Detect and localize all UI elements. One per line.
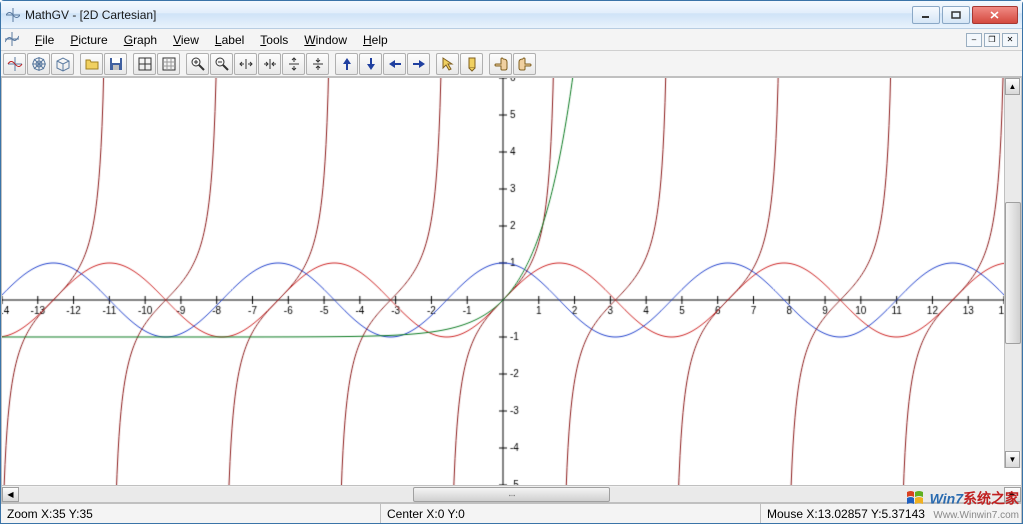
minimize-button[interactable] xyxy=(912,6,940,24)
doc-icon xyxy=(5,32,21,48)
marker-icon[interactable] xyxy=(460,53,483,75)
vscroll-thumb[interactable] xyxy=(1005,202,1021,344)
titlebar[interactable]: MathGV - [2D Cartesian] xyxy=(1,1,1022,29)
horizontal-scrollbar[interactable]: ◀ ▶ xyxy=(2,485,1021,502)
pan-left-icon[interactable] xyxy=(383,53,406,75)
save-icon[interactable] xyxy=(104,53,127,75)
cursor-info-icon[interactable] xyxy=(436,53,459,75)
menu-window[interactable]: Window xyxy=(296,31,355,49)
mdi-close-button[interactable]: ✕ xyxy=(1002,33,1018,47)
menu-graph[interactable]: Graph xyxy=(116,31,165,49)
mdi-restore-button[interactable]: ❐ xyxy=(984,33,1000,47)
close-button[interactable] xyxy=(972,6,1018,24)
plot-area[interactable]: ▲ ▼ xyxy=(2,78,1021,485)
3d-icon[interactable] xyxy=(51,53,74,75)
menu-picture[interactable]: Picture xyxy=(62,31,115,49)
hscroll-thumb[interactable] xyxy=(413,487,610,502)
scroll-down-icon[interactable]: ▼ xyxy=(1005,451,1020,468)
grid-major-icon[interactable] xyxy=(133,53,156,75)
mdi-minimize-button[interactable]: ‒ xyxy=(966,33,982,47)
plot-canvas[interactable] xyxy=(2,78,1004,485)
menu-tools[interactable]: Tools xyxy=(252,31,296,49)
menu-view[interactable]: View xyxy=(165,31,207,49)
polar-icon[interactable] xyxy=(27,53,50,75)
new-2d-icon[interactable] xyxy=(3,53,26,75)
zoom-x-out-icon[interactable] xyxy=(258,53,281,75)
zoom-y-in-icon[interactable] xyxy=(282,53,305,75)
pan-up-icon[interactable] xyxy=(335,53,358,75)
zoom-in-icon[interactable] xyxy=(186,53,209,75)
menu-file[interactable]: File xyxy=(27,31,62,49)
status-mouse: Mouse X:13.02857 Y:5.37143 xyxy=(761,504,1022,523)
app-icon xyxy=(5,7,21,23)
pan-right-icon[interactable] xyxy=(407,53,430,75)
window-title: MathGV - [2D Cartesian] xyxy=(25,8,910,22)
menu-help[interactable]: Help xyxy=(355,31,396,49)
status-zoom: Zoom X:35 Y:35 xyxy=(1,504,381,523)
zoom-out-icon[interactable] xyxy=(210,53,233,75)
zoom-y-out-icon[interactable] xyxy=(306,53,329,75)
scroll-up-icon[interactable]: ▲ xyxy=(1005,78,1020,95)
work-area: ▲ ▼ ◀ ▶ xyxy=(1,77,1022,503)
pan-down-icon[interactable] xyxy=(359,53,382,75)
hand-right-icon[interactable] xyxy=(513,53,536,75)
hand-left-icon[interactable] xyxy=(489,53,512,75)
app-window: MathGV - [2D Cartesian] FilePictureGraph… xyxy=(0,0,1023,524)
menubar: FilePictureGraphViewLabelToolsWindowHelp… xyxy=(1,29,1022,51)
toolbar xyxy=(1,51,1022,77)
zoom-x-in-icon[interactable] xyxy=(234,53,257,75)
status-center: Center X:0 Y:0 xyxy=(381,504,761,523)
grid-minor-icon[interactable] xyxy=(157,53,180,75)
maximize-button[interactable] xyxy=(942,6,970,24)
scroll-right-icon[interactable]: ▶ xyxy=(1004,487,1021,502)
open-icon[interactable] xyxy=(80,53,103,75)
statusbar: Zoom X:35 Y:35 Center X:0 Y:0 Mouse X:13… xyxy=(1,503,1022,523)
vertical-scrollbar[interactable]: ▲ ▼ xyxy=(1004,78,1021,468)
scroll-left-icon[interactable]: ◀ xyxy=(2,487,19,502)
menu-label[interactable]: Label xyxy=(207,31,252,49)
